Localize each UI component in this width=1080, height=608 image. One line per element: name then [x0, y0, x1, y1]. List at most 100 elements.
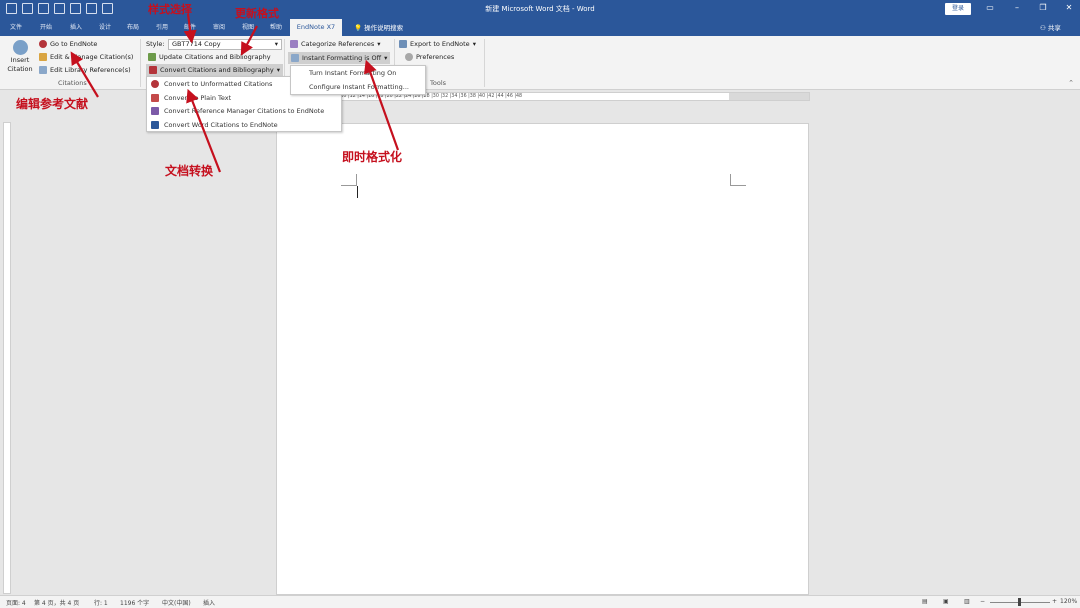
instant-formatting-label: Instant Formatting is Off: [302, 54, 382, 62]
restore-icon[interactable]: ❐: [1038, 3, 1048, 13]
print-layout-icon[interactable]: ▣: [943, 598, 949, 605]
go-to-endnote-button[interactable]: Go to EndNote: [39, 40, 97, 48]
crop-mark: [341, 174, 357, 186]
update-icon: [148, 53, 156, 61]
chevron-down-icon: ▾: [274, 40, 278, 48]
zoom-in-icon[interactable]: +: [1052, 598, 1057, 605]
chevron-down-icon: ▾: [384, 54, 388, 62]
tab-help[interactable]: 帮助: [270, 22, 282, 31]
vertical-ruler[interactable]: [3, 122, 11, 594]
share-label: 共享: [1047, 24, 1061, 32]
lightbulb-icon: 💡: [354, 24, 365, 32]
gear-icon: [405, 53, 413, 61]
export-icon: [399, 40, 407, 48]
zoom-out-icon[interactable]: −: [980, 598, 985, 605]
insert-citation-button[interactable]: Insert Citation: [6, 40, 34, 73]
menu-item-configure[interactable]: Configure Instant Formatting...: [309, 83, 409, 91]
web-layout-icon[interactable]: ▥: [964, 598, 970, 605]
status-language[interactable]: 中文(中国): [162, 598, 191, 607]
zoom-level[interactable]: 120%: [1060, 598, 1077, 605]
ribbon-tab-row: 文件 开始 插入 设计 布局 引用 邮件 审阅 视图 帮助 EndNote X7…: [0, 18, 1080, 36]
tab-home[interactable]: 开始: [40, 22, 52, 31]
export-to-endnote-button[interactable]: Export to EndNote ▾: [399, 40, 476, 48]
preferences-button[interactable]: Preferences: [405, 53, 454, 61]
help-search-label: 操作说明搜索: [364, 24, 404, 32]
status-word-count[interactable]: 1196 个字: [120, 598, 149, 607]
ribbon-options-icon[interactable]: ▭: [985, 3, 995, 13]
tab-file[interactable]: 文件: [10, 22, 22, 31]
tab-view[interactable]: 视图: [242, 22, 254, 31]
annotation-convert-document: 文档转换: [165, 164, 214, 178]
word-icon: [151, 121, 159, 129]
tab-insert[interactable]: 插入: [70, 22, 82, 31]
go-to-endnote-label: Go to EndNote: [50, 40, 98, 48]
menu-item-label: Convert Word Citations to EndNote: [164, 121, 278, 129]
categorize-icon: [290, 40, 298, 48]
status-line[interactable]: 行: 1: [94, 598, 108, 607]
read-mode-icon[interactable]: ▤: [922, 598, 928, 605]
zoom-slider-thumb[interactable]: [1018, 598, 1021, 606]
convert-citations-button[interactable]: Convert Citations and Bibliography ▾: [146, 64, 283, 76]
menu-item-convert-reference-manager[interactable]: Convert Reference Manager Citations to E…: [151, 107, 324, 115]
instant-formatting-menu: Turn Instant Formatting On Configure Ins…: [290, 65, 426, 95]
convert-icon: [149, 66, 157, 74]
tab-layout[interactable]: 布局: [127, 22, 139, 31]
menu-item-convert-plain-text[interactable]: Convert to Plain Text: [151, 94, 231, 102]
menu-item-convert-unformatted[interactable]: Convert to Unformatted Citations: [151, 80, 272, 88]
chevron-down-icon: ▾: [377, 40, 381, 48]
convert-citations-label: Convert Citations and Bibliography: [160, 66, 274, 74]
insert-citation-icon: [12, 40, 28, 55]
document-page[interactable]: [276, 123, 809, 595]
collapse-ribbon-icon[interactable]: ⌃: [1068, 79, 1074, 87]
update-citations-label: Update Citations and Bibliography: [159, 53, 271, 61]
annotation-instant-formatting: 即时格式化: [342, 150, 403, 164]
status-page-count[interactable]: 第 4 页，共 4 页: [34, 598, 79, 607]
reference-manager-icon: [151, 107, 159, 115]
export-label: Export to EndNote: [410, 40, 470, 48]
chevron-down-icon: ▾: [472, 40, 476, 48]
menu-item-label: Convert Reference Manager Citations to E…: [164, 107, 325, 115]
help-search[interactable]: 💡 操作说明搜索: [354, 22, 403, 32]
citations-group-label: Citations: [58, 79, 87, 87]
instant-formatting-icon: [291, 54, 299, 62]
ruler-margin: [729, 93, 809, 100]
instant-formatting-button[interactable]: Instant Formatting is Off ▾: [288, 52, 391, 64]
insert-citation-label-2: Citation: [7, 65, 33, 73]
menu-item-turn-on[interactable]: Turn Instant Formatting On: [309, 69, 396, 77]
tab-design[interactable]: 设计: [99, 22, 111, 31]
update-citations-button[interactable]: Update Citations and Bibliography: [148, 53, 271, 61]
categorize-references-button[interactable]: Categorize References ▾: [290, 40, 381, 48]
close-icon[interactable]: ✕: [1064, 3, 1074, 13]
menu-item-convert-word-citations[interactable]: Convert Word Citations to EndNote: [151, 121, 278, 129]
style-dropdown[interactable]: GBT7714 Copy ▾: [168, 39, 282, 50]
tab-references[interactable]: 引用: [156, 22, 168, 31]
menu-item-label: Convert to Unformatted Citations: [164, 80, 273, 88]
menu-item-label: Convert to Plain Text: [164, 94, 232, 102]
unformatted-icon: [151, 80, 159, 88]
ribbon-divider: [484, 39, 485, 87]
style-label: Style:: [146, 40, 165, 48]
preferences-label: Preferences: [416, 53, 455, 61]
person-icon: ⚇: [1040, 24, 1048, 32]
status-insert-mode[interactable]: 插入: [203, 598, 215, 607]
endnote-icon: [39, 40, 47, 48]
insert-citation-label-1: Insert: [10, 56, 30, 64]
edit-manage-label: Edit & Manage Citation(s): [50, 53, 134, 61]
text-cursor: [357, 186, 358, 198]
ribbon-divider: [140, 39, 141, 87]
edit-citation-icon: [39, 53, 47, 61]
tab-mailings[interactable]: 邮件: [184, 22, 196, 31]
sign-in-button[interactable]: 登录: [945, 3, 971, 15]
annotation-update-format: 更新格式: [235, 7, 279, 20]
tab-endnote[interactable]: EndNote X7: [290, 19, 342, 36]
status-bar: 页面: 4 第 4 页，共 4 页 行: 1 1196 个字 中文(中国) 插入…: [0, 595, 1080, 608]
status-page[interactable]: 页面: 4: [6, 598, 26, 607]
style-value: GBT7714 Copy: [172, 40, 221, 48]
annotation-style-select: 样式选择: [148, 3, 192, 16]
share-button[interactable]: ⚇ 共享: [1040, 22, 1061, 32]
edit-library-reference-button[interactable]: Edit Library Reference(s): [39, 66, 131, 74]
categorize-label: Categorize References: [301, 40, 375, 48]
edit-manage-citations-button[interactable]: Edit & Manage Citation(s): [39, 53, 133, 61]
tab-review[interactable]: 审阅: [213, 22, 225, 31]
minimize-icon[interactable]: –: [1012, 3, 1022, 13]
